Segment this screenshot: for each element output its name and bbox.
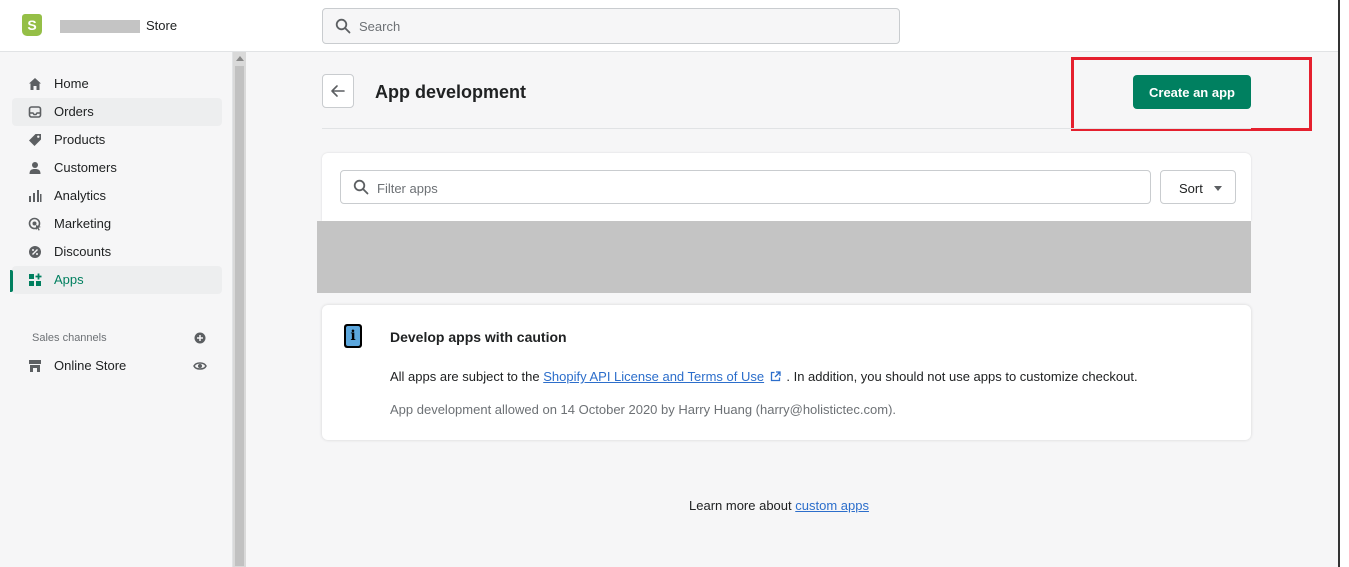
sidebar-item-marketing[interactable]: Marketing: [12, 210, 222, 238]
shopify-logo-icon[interactable]: S: [22, 14, 42, 36]
sidebar-item-label: Analytics: [54, 188, 107, 203]
filter-card: Filter apps Sort: [322, 153, 1251, 221]
analytics-icon: [29, 190, 42, 202]
store-icon: [29, 360, 41, 372]
sidebar-item-label: Orders: [54, 104, 94, 119]
add-channel-icon[interactable]: [194, 332, 206, 344]
search-icon: [335, 18, 351, 34]
marketing-icon: [28, 217, 41, 231]
sidebar-item-apps[interactable]: Apps: [10, 266, 222, 294]
sidebar-item-label: Products: [54, 132, 106, 147]
sidebar-item-label: Marketing: [54, 216, 112, 231]
sidebar-item-products[interactable]: Products: [12, 126, 222, 154]
caret-down-icon: [1214, 186, 1222, 191]
caution-title: Develop apps with caution: [390, 329, 567, 345]
page-title: App development: [375, 82, 527, 102]
window-edge-right: [1338, 0, 1340, 567]
home-icon: [29, 78, 41, 90]
sidebar-item-label: Discounts: [54, 244, 112, 259]
annotation-highlight-box: [1071, 57, 1312, 131]
sidebar-item-label: Customers: [54, 160, 117, 175]
api-license-link[interactable]: Shopify API License and Terms of Use: [543, 369, 764, 384]
orders-icon: [28, 106, 42, 118]
sidebar-item-label: Apps: [54, 272, 84, 287]
sidebar-item-customers[interactable]: Customers: [12, 154, 222, 182]
sidebar-item-orders[interactable]: Orders: [12, 98, 222, 126]
sort-button[interactable]: Sort: [1160, 170, 1236, 204]
active-indicator: [10, 270, 13, 292]
caution-text-suffix: . In addition, you should not use apps t…: [786, 369, 1138, 384]
main-content: App development Create an app Filter app…: [246, 52, 1338, 567]
customer-icon: [29, 162, 41, 174]
back-button[interactable]: [322, 74, 354, 108]
scroll-up-arrow-icon[interactable]: [236, 56, 244, 61]
search-placeholder: Search: [359, 19, 401, 34]
eye-icon[interactable]: [193, 360, 207, 372]
filter-placeholder: Filter apps: [377, 181, 438, 196]
sidebar-scrollbar[interactable]: [232, 52, 246, 567]
tag-icon: [29, 134, 41, 146]
caution-text-prefix: All apps are subject to the: [390, 369, 540, 384]
learn-more-prefix: Learn more about: [689, 498, 792, 513]
external-link-icon[interactable]: [770, 371, 781, 382]
sidebar: Home Orders Products Customers Analytics…: [0, 52, 232, 567]
store-name: Store: [146, 18, 178, 33]
sidebar-item-home[interactable]: Home: [12, 70, 222, 98]
apps-icon: [29, 273, 42, 286]
top-bar: S Store Search: [0, 0, 1338, 52]
sidebar-item-discounts[interactable]: Discounts: [12, 238, 222, 266]
arrow-left-icon: [331, 85, 345, 97]
learn-more: Learn more about custom apps: [689, 498, 869, 513]
sidebar-item-online-store[interactable]: Online Store: [12, 352, 222, 380]
search-icon: [353, 179, 369, 195]
discount-icon: [29, 246, 41, 258]
title-divider: [322, 128, 1251, 129]
store-name-redacted: [60, 20, 140, 33]
scrollbar-thumb[interactable]: [235, 66, 244, 566]
sort-label: Sort: [1179, 181, 1203, 196]
sidebar-item-label: Online Store: [54, 358, 127, 373]
caution-text: All apps are subject to the Shopify API …: [390, 369, 1138, 384]
global-search-input[interactable]: Search: [322, 8, 900, 44]
apps-list-redacted: [317, 221, 1251, 293]
app-development-meta: App development allowed on 14 October 20…: [390, 402, 897, 417]
custom-apps-link[interactable]: custom apps: [795, 498, 869, 513]
caution-card: i Develop apps with caution All apps are…: [322, 305, 1251, 440]
sidebar-item-label: Home: [54, 76, 89, 91]
main-nav: Home Orders Products Customers Analytics…: [10, 70, 222, 294]
sidebar-item-analytics[interactable]: Analytics: [12, 182, 222, 210]
info-icon: i: [344, 324, 362, 348]
filter-apps-input[interactable]: Filter apps: [340, 170, 1151, 204]
sales-channels-heading: Sales channels: [32, 332, 107, 344]
